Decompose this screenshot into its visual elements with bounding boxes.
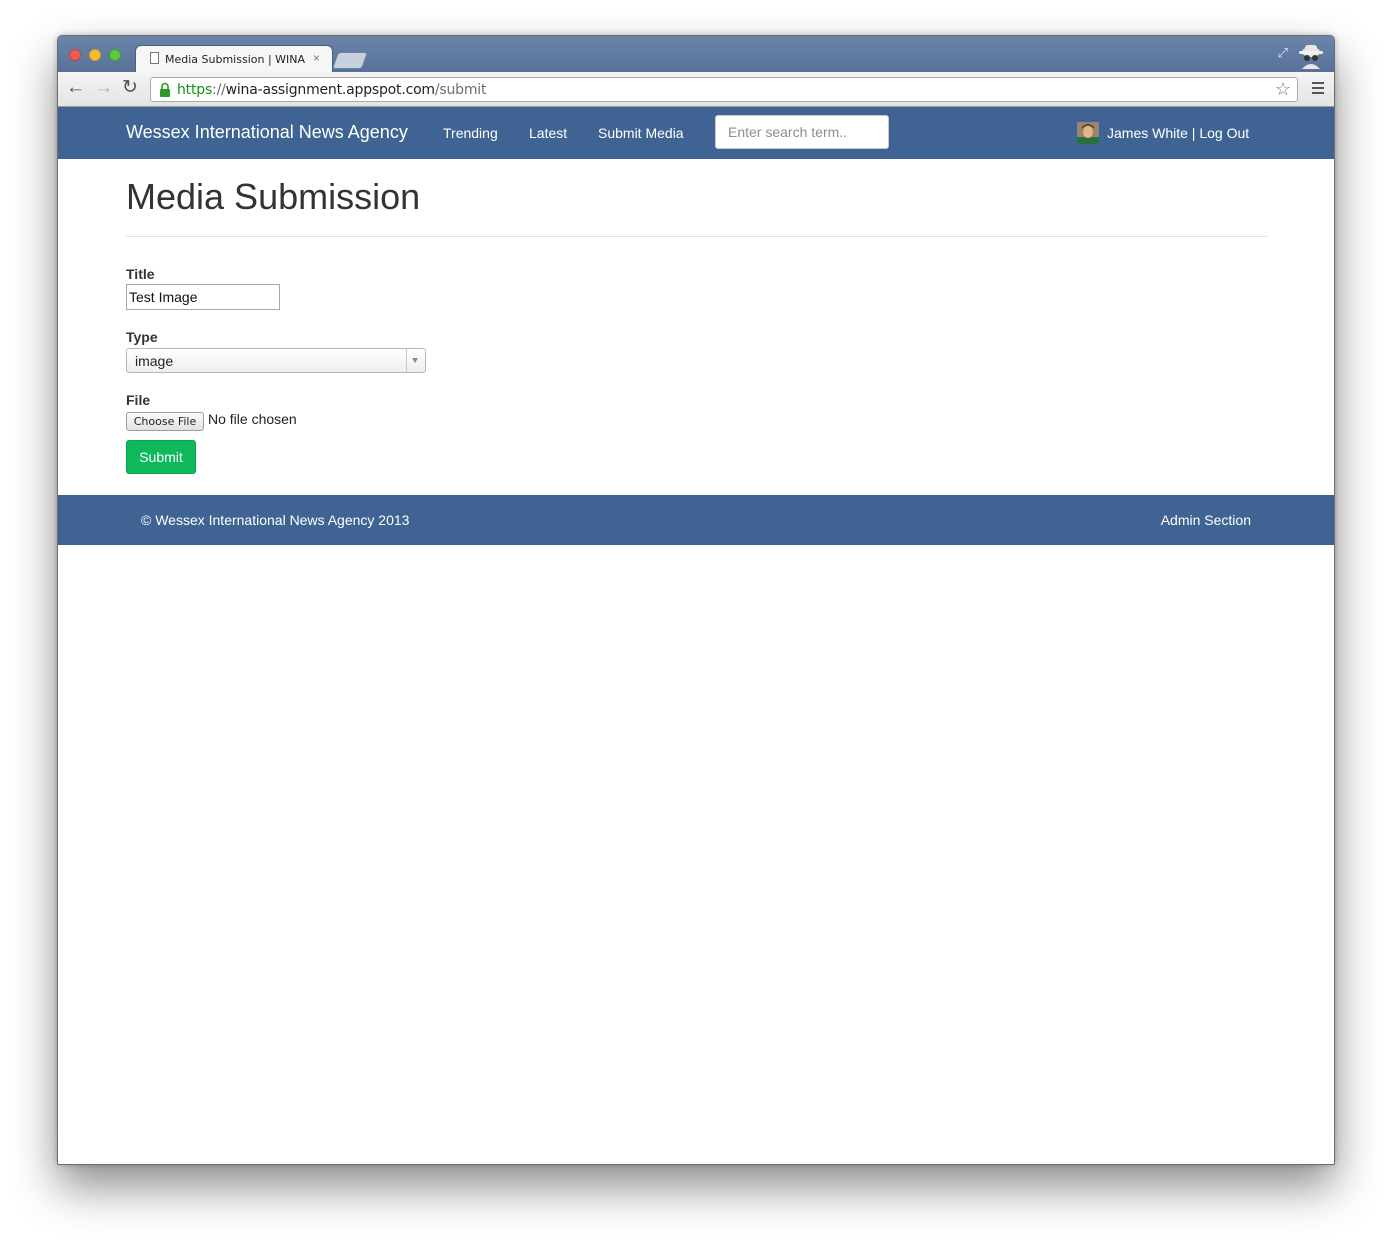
url-path: /submit bbox=[434, 82, 487, 98]
page-title: Media Submission bbox=[126, 176, 421, 217]
type-select-arrow bbox=[406, 349, 425, 372]
nav-link-submit-media[interactable]: Submit Media bbox=[598, 125, 684, 141]
back-icon[interactable]: ← bbox=[66, 78, 85, 98]
site-footer: © Wessex International News Agency 2013 … bbox=[58, 495, 1334, 545]
url-separator: :// bbox=[212, 82, 226, 98]
site-navbar: Wessex International News Agency Trendin… bbox=[58, 107, 1334, 159]
nav-link-latest[interactable]: Latest bbox=[529, 125, 567, 141]
browser-tab-active[interactable]: Media Submission | WINA × bbox=[136, 46, 332, 72]
user-logout-link[interactable]: James White | Log Out bbox=[1107, 125, 1249, 141]
type-label: Type bbox=[126, 329, 158, 345]
submit-button[interactable]: Submit bbox=[126, 440, 196, 474]
maximize-window-button[interactable] bbox=[109, 49, 121, 61]
address-bar[interactable]: https://wina-assignment.appspot.com/subm… bbox=[150, 77, 1298, 102]
minimize-window-button[interactable] bbox=[89, 49, 101, 61]
incognito-icon bbox=[1299, 45, 1323, 69]
title-label: Title bbox=[126, 266, 155, 282]
url-scheme: https bbox=[177, 82, 213, 98]
reload-icon[interactable]: ↻ bbox=[122, 78, 138, 98]
forward-icon[interactable]: → bbox=[94, 78, 113, 98]
close-window-button[interactable] bbox=[69, 49, 81, 61]
nav-link-trending[interactable]: Trending bbox=[443, 125, 498, 141]
title-field[interactable] bbox=[126, 284, 280, 310]
restore-icon[interactable]: ⤢ bbox=[1278, 45, 1288, 61]
browser-toolbar: ← → ↻ https://wina-assignment.appspot.co… bbox=[58, 72, 1334, 107]
lock-icon bbox=[160, 82, 170, 97]
admin-section-link[interactable]: Admin Section bbox=[1161, 512, 1251, 528]
type-select-value: image bbox=[135, 353, 174, 369]
menu-icon[interactable] bbox=[1312, 82, 1324, 97]
document-icon bbox=[150, 52, 159, 64]
star-icon[interactable]: ☆ bbox=[1275, 79, 1291, 100]
choose-file-button[interactable]: Choose File bbox=[126, 412, 204, 431]
search-input[interactable] bbox=[715, 115, 889, 149]
browser-window: Media Submission | WINA × ⤢ ← → ↻ https:… bbox=[57, 35, 1335, 1165]
tab-close-icon[interactable]: × bbox=[313, 51, 320, 65]
chevron-down-icon bbox=[412, 358, 418, 363]
copyright-text: © Wessex International News Agency 2013 bbox=[141, 512, 410, 528]
url-host: wina-assignment.appspot.com bbox=[225, 82, 435, 98]
divider bbox=[126, 236, 1267, 237]
avatar bbox=[1077, 122, 1099, 144]
tab-title: Media Submission | WINA bbox=[165, 53, 306, 66]
type-select[interactable]: image bbox=[126, 348, 426, 373]
brand-link[interactable]: Wessex International News Agency bbox=[126, 122, 408, 143]
file-status-text: No file chosen bbox=[208, 411, 297, 427]
tab-strip: Media Submission | WINA × ⤢ bbox=[58, 36, 1334, 72]
new-tab-button[interactable] bbox=[331, 52, 369, 69]
file-label: File bbox=[126, 392, 151, 408]
url-text: https://wina-assignment.appspot.com/subm… bbox=[177, 82, 486, 98]
